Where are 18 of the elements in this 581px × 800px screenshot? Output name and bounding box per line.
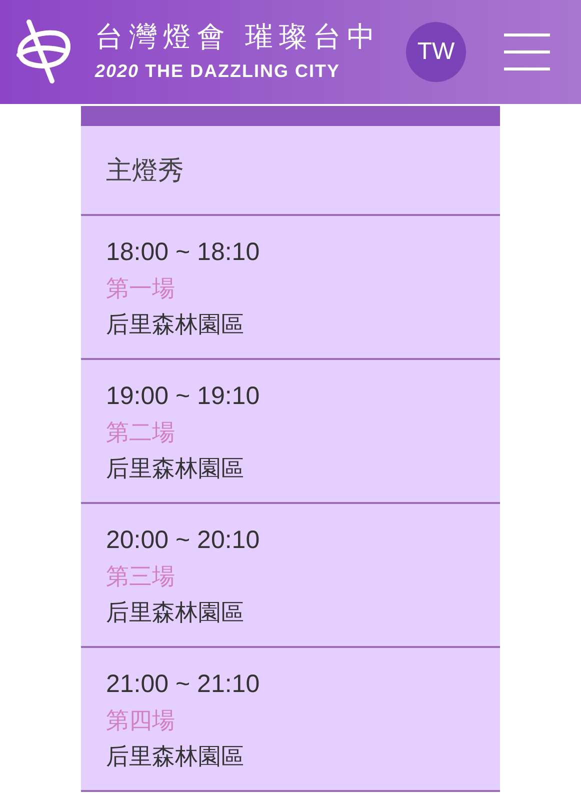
show-name: 第一場 [106, 274, 176, 303]
show-time: 18:00 ~ 18:10 [106, 237, 261, 268]
logo-icon [15, 19, 73, 85]
show-time: 19:00 ~ 19:10 [106, 381, 261, 412]
show-venue: 后里森林園區 [106, 598, 245, 627]
show-name: 第四場 [106, 706, 176, 735]
show-name: 第二場 [106, 418, 176, 447]
show-venue: 后里森林園區 [106, 310, 245, 339]
show-name: 第三場 [106, 562, 176, 591]
menu-icon[interactable] [504, 33, 550, 71]
site-title: 台灣燈會 璀璨台中 [95, 20, 381, 54]
show-time: 20:00 ~ 20:10 [106, 525, 261, 556]
section-title: 主燈秀 [106, 154, 184, 186]
language-button[interactable]: TW [406, 22, 466, 82]
site-subtitle: 2020 THE DAZZLING CITY [95, 60, 342, 82]
show-venue: 后里森林園區 [106, 454, 245, 483]
show-time: 21:00 ~ 21:10 [106, 669, 261, 700]
show-venue: 后里森林園區 [106, 742, 245, 771]
